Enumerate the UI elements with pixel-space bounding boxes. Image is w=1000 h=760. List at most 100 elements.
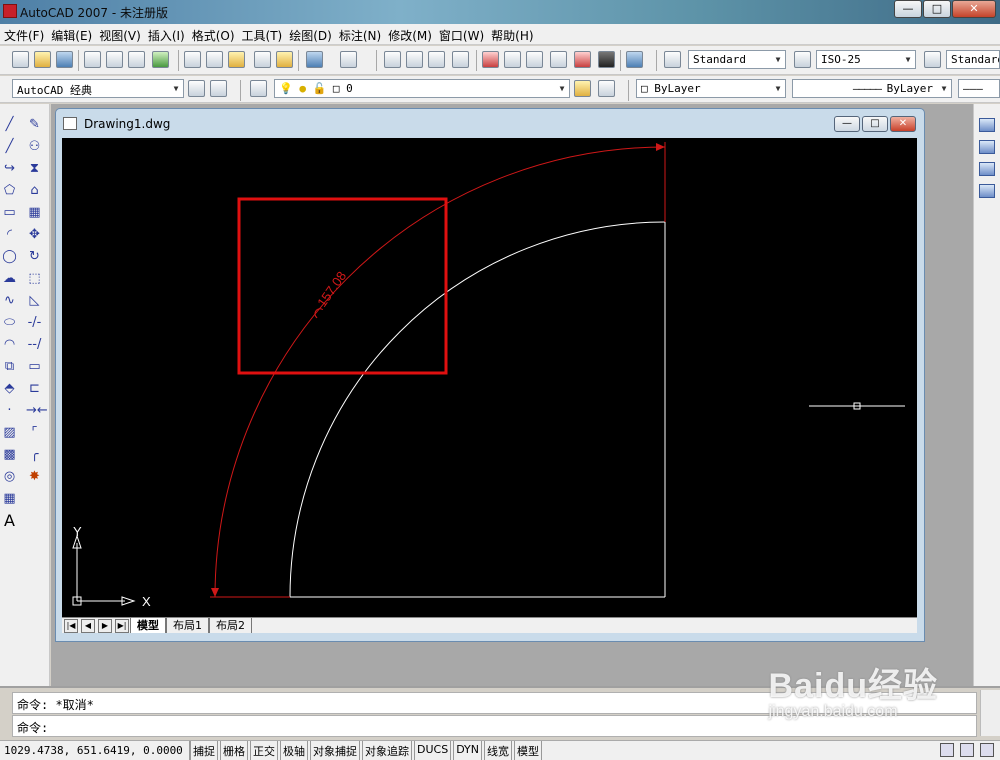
bring-above-icon[interactable] xyxy=(979,162,995,176)
otrack-toggle[interactable]: 对象追踪 xyxy=(362,741,412,760)
break-icon[interactable]: ⊏ xyxy=(26,380,43,397)
dim-style-icon[interactable] xyxy=(794,51,811,68)
send-under-icon[interactable] xyxy=(979,184,995,198)
menu-file[interactable]: 文件(F) xyxy=(4,24,51,44)
ortho-toggle[interactable]: 正交 xyxy=(250,741,278,760)
break-at-point-icon[interactable]: ▭ xyxy=(26,358,43,375)
point-icon[interactable]: · xyxy=(1,402,18,419)
clean-screen-icon[interactable] xyxy=(980,743,994,757)
sheet-set-icon[interactable] xyxy=(550,51,567,68)
last-tab-icon[interactable]: ▶| xyxy=(115,619,129,633)
command-scrollbar[interactable] xyxy=(980,690,1000,736)
workspace-settings-icon[interactable] xyxy=(188,80,205,97)
text-style-icon[interactable] xyxy=(664,51,681,68)
match-properties-icon[interactable] xyxy=(254,51,271,68)
open-file-icon[interactable] xyxy=(34,51,51,68)
block-editor-icon[interactable] xyxy=(276,51,293,68)
move-icon[interactable]: ✥ xyxy=(26,226,43,243)
arc-icon[interactable]: ◜ xyxy=(1,226,18,243)
zoom-window-icon[interactable] xyxy=(428,51,445,68)
next-tab-icon[interactable]: ▶ xyxy=(98,619,112,633)
extend-icon[interactable]: --/ xyxy=(26,336,43,353)
trim-icon[interactable]: -/- xyxy=(26,314,43,331)
copy-icon[interactable] xyxy=(206,51,223,68)
polar-toggle[interactable]: 极轴 xyxy=(280,741,308,760)
save-icon[interactable] xyxy=(56,51,73,68)
layer-manager-icon[interactable] xyxy=(250,80,267,97)
model-toggle[interactable]: 模型 xyxy=(514,741,543,760)
plot-preview-icon[interactable] xyxy=(106,51,123,68)
menu-window[interactable]: 窗口(W) xyxy=(439,24,491,44)
bring-to-front-icon[interactable] xyxy=(979,118,995,132)
gradient-icon[interactable]: ▩ xyxy=(1,446,18,463)
drawing-minimize-button[interactable]: — xyxy=(834,116,860,132)
tab-model[interactable]: 模型 xyxy=(130,618,166,633)
markup-icon[interactable] xyxy=(574,51,591,68)
scale-icon[interactable]: ⬚ xyxy=(26,270,43,287)
layer-previous-icon[interactable] xyxy=(598,80,615,97)
make-block-icon[interactable]: ⬘ xyxy=(1,380,18,397)
design-center-icon[interactable] xyxy=(504,51,521,68)
pan-icon[interactable] xyxy=(384,51,401,68)
explode-icon[interactable]: ✸ xyxy=(26,468,43,485)
hatch-icon[interactable]: ▨ xyxy=(1,424,18,441)
model-space-canvas[interactable]: 157.08 Y X xyxy=(62,138,917,617)
first-tab-icon[interactable]: |◀ xyxy=(64,619,78,633)
zoom-realtime-icon[interactable] xyxy=(406,51,423,68)
communication-center-icon[interactable] xyxy=(940,743,954,757)
zoom-previous-icon[interactable] xyxy=(452,51,469,68)
menu-format[interactable]: 格式(O) xyxy=(192,24,242,44)
save-workspace-icon[interactable] xyxy=(210,80,227,97)
table-style-select[interactable]: Standard xyxy=(946,50,1000,69)
coordinate-readout[interactable]: 1029.4738, 651.6419, 0.0000 xyxy=(0,741,190,760)
ducs-toggle[interactable]: DUCS xyxy=(414,741,452,760)
fillet-icon[interactable]: ╭ xyxy=(26,446,43,463)
menu-insert[interactable]: 插入(I) xyxy=(148,24,192,44)
ellipse-icon[interactable]: ⬭ xyxy=(1,314,18,331)
array-icon[interactable]: ▦ xyxy=(26,204,43,221)
circle-icon[interactable]: ◯ xyxy=(1,248,18,265)
snap-toggle[interactable]: 捕捉 xyxy=(190,741,218,760)
rectangle-icon[interactable]: ▭ xyxy=(1,204,18,221)
tool-palettes-icon[interactable] xyxy=(526,51,543,68)
menu-modify[interactable]: 修改(M) xyxy=(388,24,439,44)
close-button[interactable]: ✕ xyxy=(952,0,996,18)
drawing-maximize-button[interactable]: □ xyxy=(862,116,888,132)
cut-icon[interactable] xyxy=(184,51,201,68)
dyn-toggle[interactable]: DYN xyxy=(453,741,483,760)
table-icon[interactable]: ▦ xyxy=(1,490,18,507)
region-icon[interactable]: ◎ xyxy=(1,468,18,485)
table-style-icon[interactable] xyxy=(924,51,941,68)
prev-tab-icon[interactable]: ◀ xyxy=(81,619,95,633)
join-icon[interactable]: →← xyxy=(26,402,48,419)
menu-draw[interactable]: 绘图(D) xyxy=(289,24,339,44)
linetype-select[interactable]: ————— ByLayer ▼ xyxy=(792,79,952,98)
chamfer-icon[interactable]: ⌜ xyxy=(26,424,43,441)
polyline-icon[interactable]: ↪ xyxy=(1,160,18,177)
menu-view[interactable]: 视图(V) xyxy=(99,24,148,44)
insert-block-icon[interactable]: ⧉ xyxy=(1,358,18,375)
autocad-app-icon[interactable] xyxy=(3,4,17,18)
maximize-button[interactable]: □ xyxy=(923,0,951,18)
layer-select[interactable]: 💡 ● 🔓 □ 0 ▼ xyxy=(274,79,570,98)
construction-line-icon[interactable]: ╱ xyxy=(1,138,18,155)
mirror-icon[interactable]: ⧗ xyxy=(26,160,43,177)
toolbar-lock-icon[interactable] xyxy=(960,743,974,757)
menu-dimension[interactable]: 标注(N) xyxy=(339,24,388,44)
send-to-back-icon[interactable] xyxy=(979,140,995,154)
calculator-icon[interactable] xyxy=(598,51,615,68)
ellipse-arc-icon[interactable]: ◠ xyxy=(1,336,18,353)
text-style-select[interactable]: Standard ▼ xyxy=(688,50,786,69)
offset-icon[interactable]: ⌂ xyxy=(26,182,43,199)
workspace-select[interactable]: AutoCAD 经典 ▼ xyxy=(12,79,184,98)
properties-icon[interactable] xyxy=(482,51,499,68)
spline-icon[interactable]: ∿ xyxy=(1,292,18,309)
osnap-toggle[interactable]: 对象捕捉 xyxy=(310,741,360,760)
lineweight-select[interactable]: ——— xyxy=(958,79,1000,98)
revision-cloud-icon[interactable]: ☁ xyxy=(1,270,18,287)
plot-icon[interactable] xyxy=(84,51,101,68)
menu-help[interactable]: 帮助(H) xyxy=(491,24,540,44)
polygon-icon[interactable]: ⬠ xyxy=(1,182,18,199)
drawing-close-button[interactable]: ✕ xyxy=(890,116,916,132)
tab-layout1[interactable]: 布局1 xyxy=(166,618,209,633)
